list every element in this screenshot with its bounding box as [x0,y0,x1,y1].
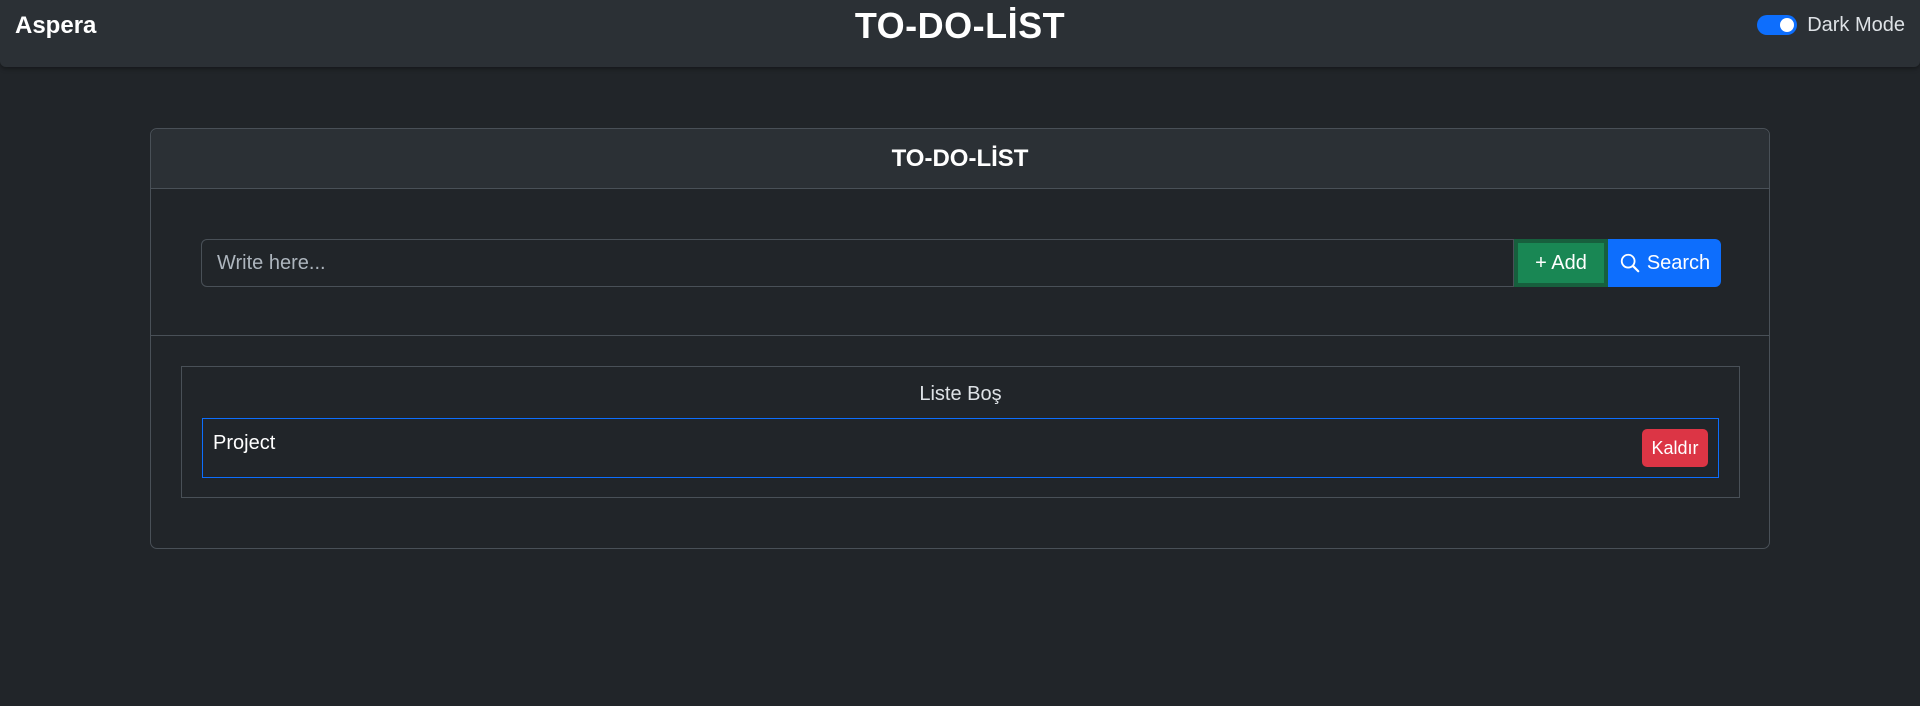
search-icon [1620,253,1640,273]
search-button[interactable]: Search [1608,239,1721,287]
input-group: + Add Search [201,239,1721,287]
dark-mode-toggle[interactable]: Dark Mode [1757,13,1905,37]
search-button-label: Search [1646,251,1711,274]
card-header: TO-DO-LİST [151,129,1769,189]
toggle-switch[interactable] [1757,15,1798,35]
remove-button[interactable]: Kaldır [1642,429,1708,467]
dark-mode-label: Dark Mode [1807,13,1905,36]
page-title: TO-DO-LİST [854,5,1066,46]
list-item: Project Kaldır [202,418,1719,478]
todo-card: TO-DO-LİST + Add Search Liste Boş Projec… [150,128,1770,549]
list-status: Liste Boş [919,383,1002,405]
todo-input[interactable] [201,239,1514,287]
toggle-knob [1780,18,1795,32]
add-button[interactable]: + Add [1514,239,1608,287]
todo-list: Liste Boş Project Kaldır [181,366,1740,498]
list-item-text: Project [213,432,276,454]
section-divider [151,335,1769,336]
navbar: Aspera TO-DO-LİST Dark Mode [0,0,1920,67]
